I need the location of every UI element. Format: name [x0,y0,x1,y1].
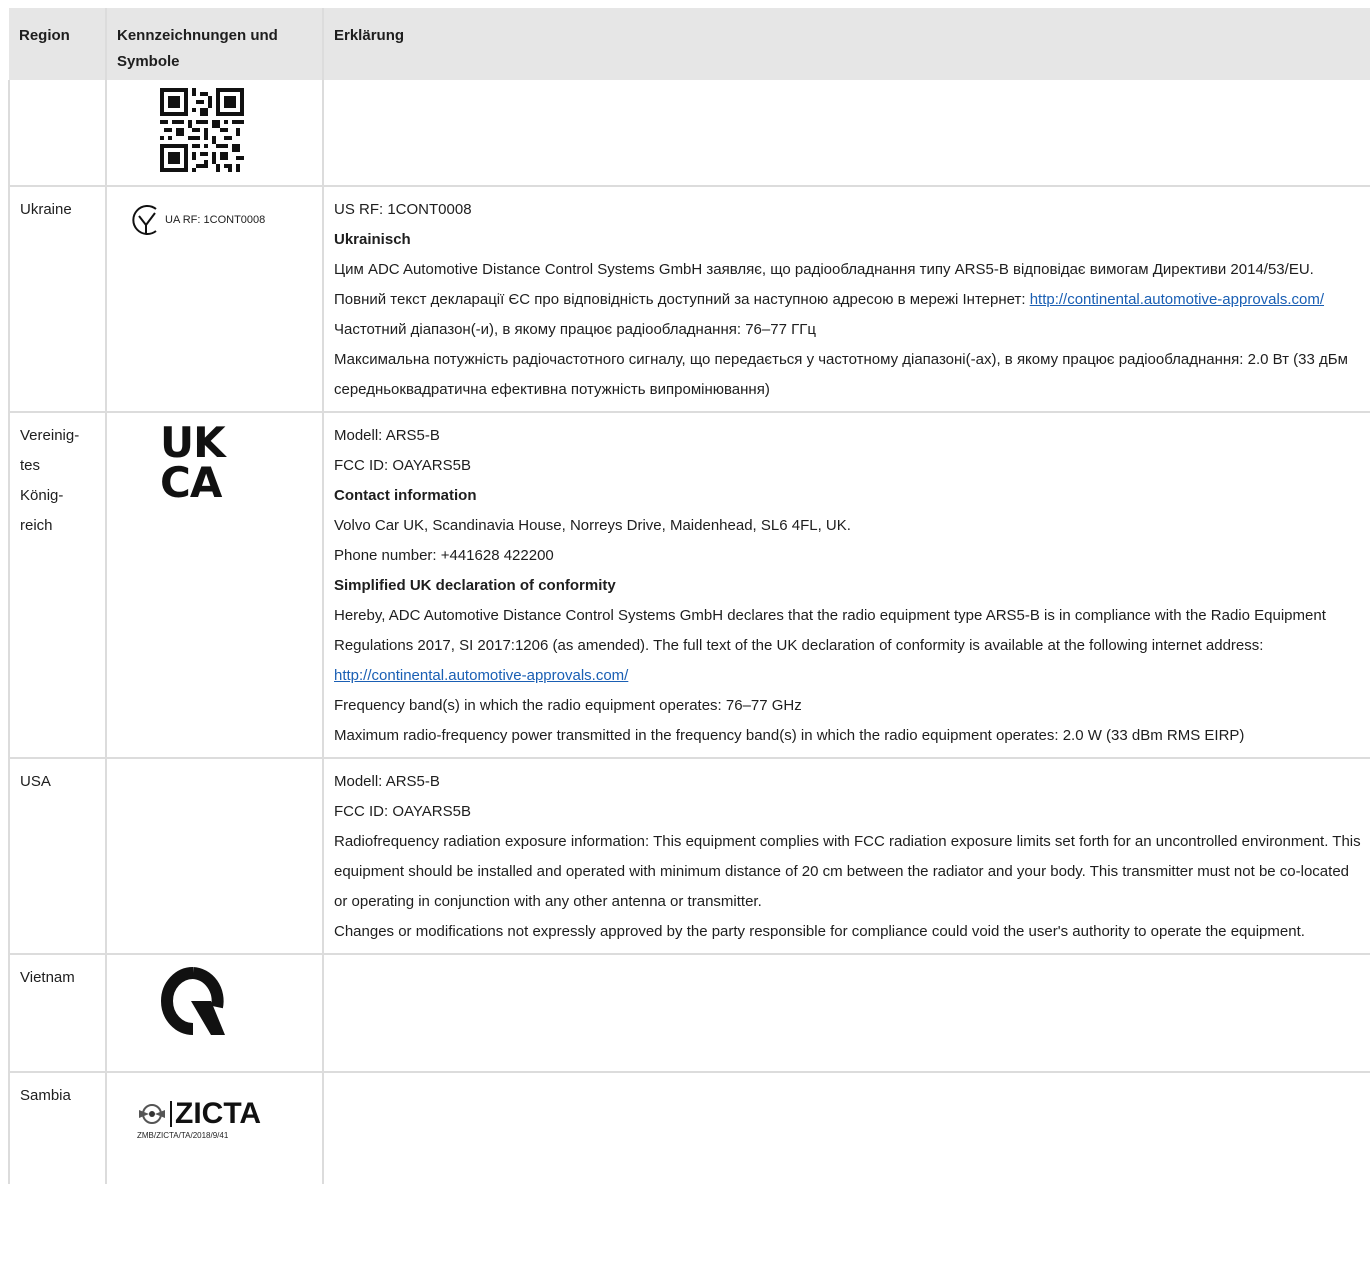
marks-cell: ZICTA ZMB/ZICTA/TA/2018/9/41 [105,1071,323,1184]
region-name: Sambia [20,1087,71,1104]
text-line: FCC ID: OAYARS5B [334,803,471,820]
header-marks: Kennzeichnungen und Symbole [105,8,323,80]
zicta-type-approval-number: ZMB/ZICTA/TA/2018/9/41 [137,1131,229,1140]
region-name: Vereinig- tes König- reich [20,427,80,534]
ukca-logo-bottom: CA [160,458,222,507]
ukca-logo-top: UK [160,418,226,467]
text-line: FCC ID: OAYARS5B [334,457,471,474]
document-page: Region Kennzeichnungen und Symbole Erklä… [8,8,1370,1184]
section-heading: Simplified UK declaration of conformity [334,577,616,594]
marks-cell [105,757,323,954]
explanation-cell [322,1071,1370,1184]
explanation-cell: Modell: ARS5-B FCC ID: OAYARS5B Radiofre… [322,757,1370,954]
region-cell: Vietnam [8,953,106,1072]
section-heading: Contact information [334,487,477,504]
marks-cell: UA RF: 1CONT0008 [105,185,323,412]
table-row: Ukraine UA RF: 1CONT0008 US RF: 1CONT000… [8,185,1370,412]
header-explanation: Erklärung [322,8,1370,80]
approvals-link[interactable]: http://continental.automotive-approvals.… [334,667,628,684]
qr-code-icon [160,88,244,172]
table-row: Sambia ZICTA ZMB/ZICTA/TA/2018/9/41 [8,1071,1370,1184]
text-line: Volvo Car UK, Scandinavia House, Norreys… [334,517,851,534]
table-row: USA Modell: ARS5-B FCC ID: OAYARS5B Radi… [8,757,1370,954]
region-name: Ukraine [20,201,72,218]
text-line: Modell: ARS5-B [334,773,440,790]
region-cell: Sambia [8,1071,106,1184]
explanation-cell [322,80,1370,186]
table-row [8,80,1370,186]
paragraph: Hereby, ADC Automotive Distance Control … [334,607,1326,654]
region-cell: Vereinig- tes König- reich [8,411,106,758]
paragraph: Radiofrequency radiation exposure inform… [334,833,1361,910]
text-line: Maximum radio-frequency power transmitte… [334,727,1245,744]
zicta-eagle-icon [139,1104,165,1124]
explanation-cell: US RF: 1CONT0008 Ukrainisch Цим ADC Auto… [322,185,1370,412]
marks-cell [105,953,323,1072]
text-line: Phone number: +441628 422200 [334,547,554,564]
region-name: USA [20,773,51,790]
zicta-mark: ZICTA ZMB/ZICTA/TA/2018/9/41 [137,1099,312,1141]
ua-conformity-mark: UA RF: 1CONT0008 [129,203,312,237]
ukca-mark: UK CA [160,418,240,507]
table-row: Vietnam [8,953,1370,1072]
regulatory-table: Region Kennzeichnungen und Symbole Erklä… [8,8,1370,1184]
region-cell: USA [8,757,106,954]
ua-rf-label: UA RF: 1CONT0008 [165,214,266,226]
table-row: Vereinig- tes König- reich UK CA Modell:… [8,411,1370,758]
ukrainian-conformity-icon [132,205,157,235]
zicta-logo-text: ZICTA [175,1097,262,1130]
region-cell: Ukraine [8,185,106,412]
text-line: US RF: 1CONT0008 [334,201,472,218]
explanation-cell: Modell: ARS5-B FCC ID: OAYARS5B Contact … [322,411,1370,758]
text-line: Частотний діапазон(-и), в якому працює р… [334,321,816,338]
text-line: Frequency band(s) in which the radio equ… [334,697,802,714]
marks-cell: UK CA [105,411,323,758]
text-line: Modell: ARS5-B [334,427,440,444]
region-name: Vietnam [20,969,75,986]
paragraph: Changes or modifications not expressly a… [334,923,1305,940]
marks-cell [105,80,323,186]
explanation-cell [322,953,1370,1072]
section-heading: Ukrainisch [334,231,411,248]
region-cell [8,80,106,186]
table-header-row: Region Kennzeichnungen und Symbole Erklä… [9,8,1370,80]
approvals-link[interactable]: http://continental.automotive-approvals.… [1030,291,1324,308]
header-region: Region [9,8,106,80]
text-line: Максимальна потужність радіочастотного с… [334,351,1348,398]
vietnam-cr-icon [161,967,225,1035]
